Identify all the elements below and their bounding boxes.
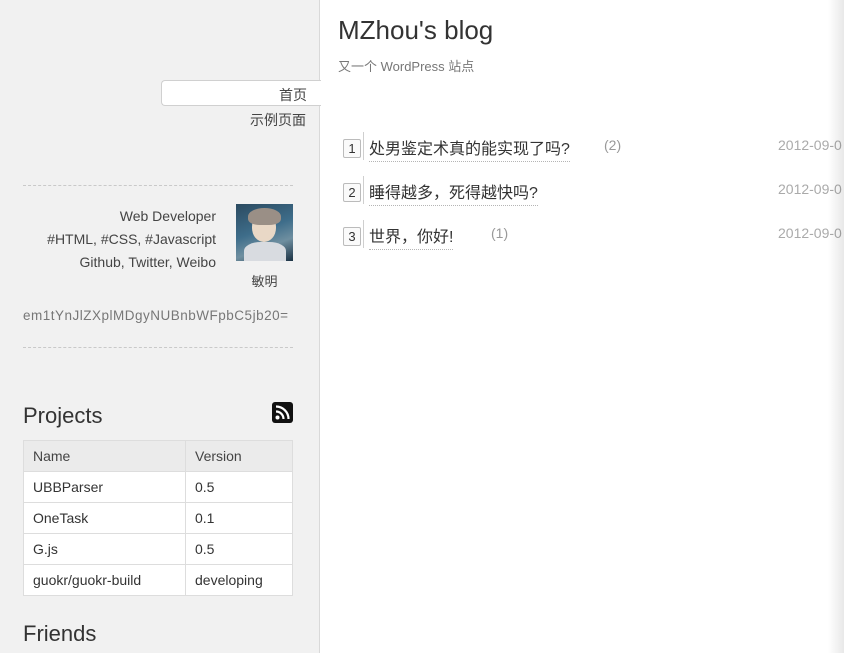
post-title-link[interactable]: 处男鉴定术真的能实现了吗? [369, 135, 570, 162]
post-separator [363, 176, 364, 204]
rss-icon[interactable] [272, 402, 293, 423]
table-row: G.js 0.5 [23, 533, 293, 565]
profile-bio: Web Developer #HTML, #CSS, #Javascript G… [23, 205, 216, 274]
nav-item-home-label: 首页 [279, 87, 307, 103]
divider [23, 185, 293, 186]
post-comment-count[interactable]: (1) [491, 225, 508, 241]
scroll-shadow [828, 0, 844, 653]
post-comment-count[interactable]: (2) [604, 137, 621, 153]
nav-item-home[interactable]: 首页 [161, 80, 321, 106]
post-title-link[interactable]: 世界，你好! [369, 223, 454, 250]
post-number: 1 [343, 139, 361, 158]
main-content: MZhou's blog 又一个 WordPress 站点 1 处男鉴定术真的能… [321, 0, 844, 653]
column-header-version: Version [185, 440, 293, 472]
friends-heading: Friends [23, 621, 97, 646]
post-item: 1 处男鉴定术真的能实现了吗? (2) 2012-09-0 [343, 132, 844, 162]
project-version: developing [185, 564, 293, 596]
project-name[interactable]: UBBParser [23, 471, 186, 503]
blog-subtitle: 又一个 WordPress 站点 [338, 59, 475, 74]
project-name[interactable]: G.js [23, 533, 186, 565]
column-header-name: Name [23, 440, 186, 472]
post-title-link[interactable]: 睡得越多，死得越快吗? [369, 179, 538, 206]
table-header-row: Name Version [23, 440, 293, 472]
post-separator [363, 132, 364, 160]
sidebar: 首页 示例页面 Web Developer #HTML, #CSS, #Java… [0, 0, 321, 653]
project-name[interactable]: OneTask [23, 502, 186, 534]
profile-line-skills: #HTML, #CSS, #Javascript [47, 231, 216, 247]
post-item: 2 睡得越多，死得越快吗? 2012-09-0 [343, 176, 844, 206]
post-separator [363, 220, 364, 248]
project-name[interactable]: guokr/guokr-build [23, 564, 186, 596]
projects-table: Name Version UBBParser 0.5 OneTask 0.1 G… [23, 440, 293, 596]
project-version: 0.1 [185, 502, 293, 534]
post-number: 2 [343, 183, 361, 202]
table-row: OneTask 0.1 [23, 502, 293, 534]
profile-line-title: Web Developer [119, 208, 216, 224]
encoded-email: em1tYnJlZXplMDgyNUBnbWFpbC5jb20= [23, 308, 289, 323]
table-row: guokr/guokr-build developing [23, 564, 293, 596]
divider [23, 347, 293, 348]
table-row: UBBParser 0.5 [23, 471, 293, 503]
nav-item-sample-page[interactable]: 示例页面 [250, 110, 306, 130]
post-item: 3 世界，你好! (1) 2012-09-0 [343, 220, 844, 250]
profile-name: 敏明 [251, 274, 278, 289]
project-version: 0.5 [185, 533, 293, 565]
post-number: 3 [343, 227, 361, 246]
project-version: 0.5 [185, 471, 293, 503]
blog-title[interactable]: MZhou's blog [338, 15, 493, 46]
projects-heading: Projects [23, 403, 103, 428]
profile-line-links[interactable]: Github, Twitter, Weibo [23, 251, 216, 274]
avatar[interactable] [236, 204, 293, 261]
